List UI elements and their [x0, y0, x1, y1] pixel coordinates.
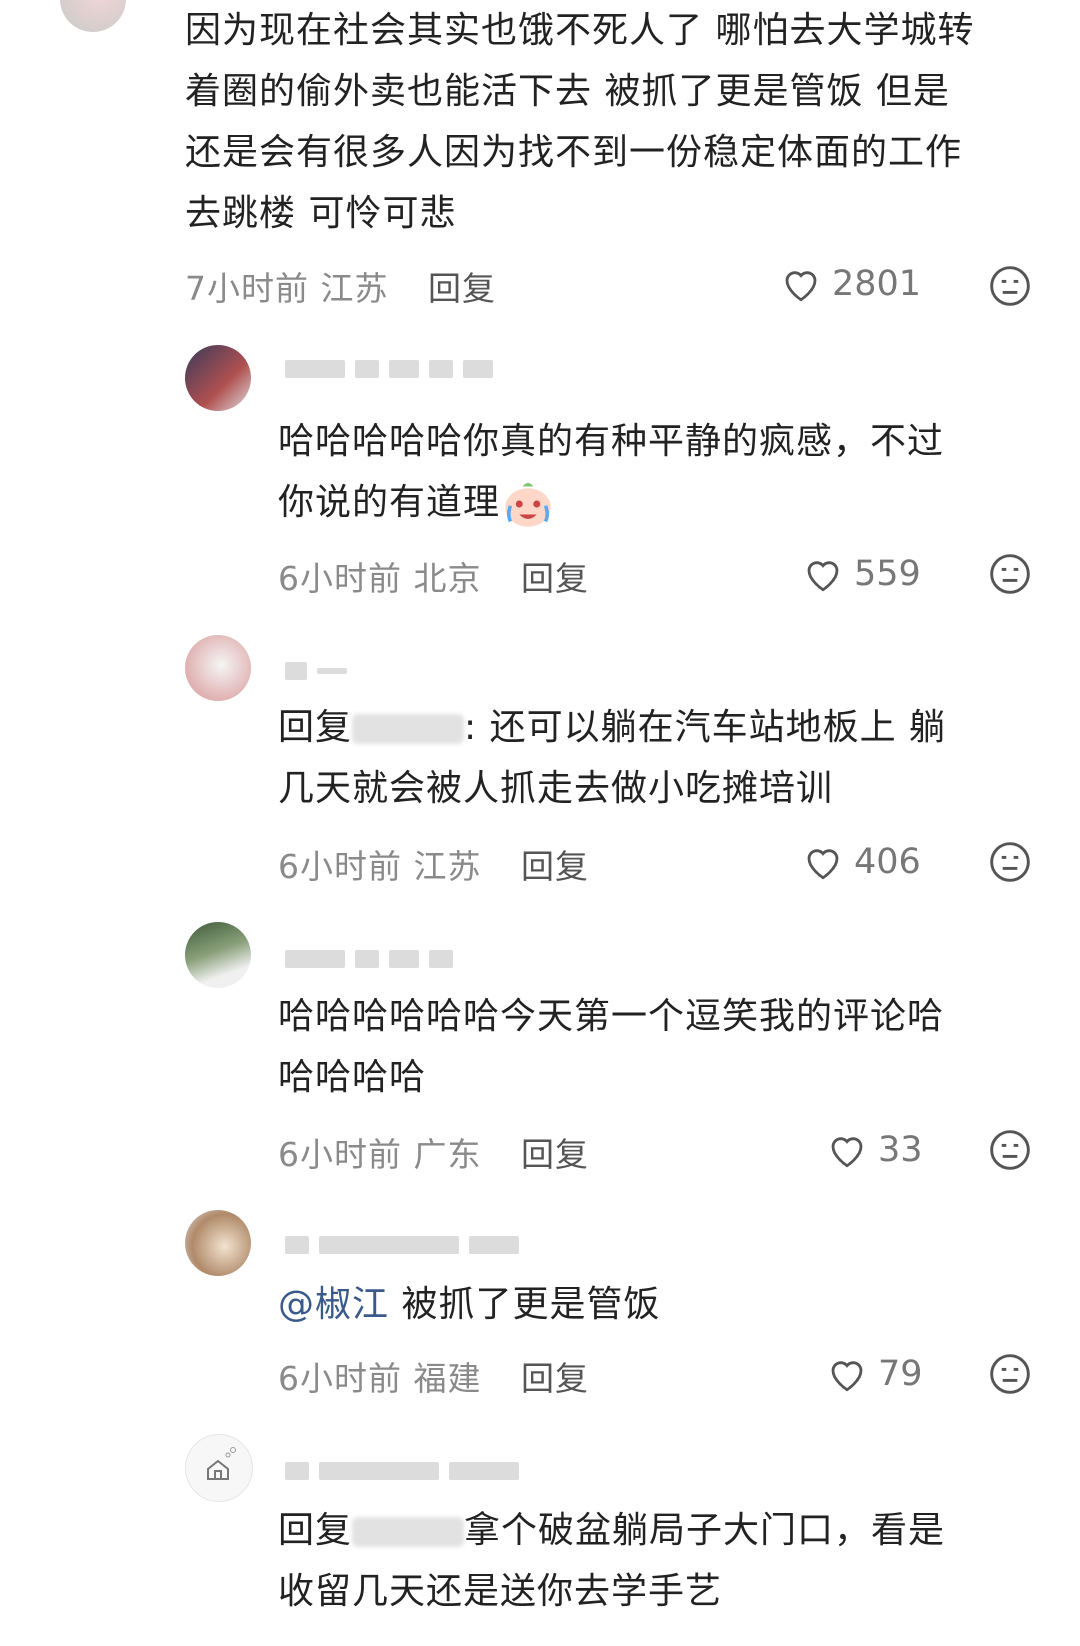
meh-face-icon[interactable] — [988, 840, 1032, 884]
avatar[interactable] — [185, 1210, 251, 1276]
heart-outline-icon — [831, 1137, 863, 1168]
comment-text-line: 你说的有道理 — [278, 472, 556, 534]
username-blurred — [285, 1460, 519, 1482]
comment-text-line: 哈哈哈哈哈你真的有种平静的疯感，不过 — [278, 421, 945, 462]
reply-button[interactable]: 回复 — [521, 1135, 589, 1174]
heart-outline-icon — [785, 271, 817, 302]
comment-text-line: 哈哈哈哈 — [278, 1057, 427, 1098]
house-sketch-icon — [207, 1447, 236, 1480]
blurred-username — [352, 714, 465, 744]
meh-face-icon[interactable] — [988, 1352, 1032, 1396]
comment-text-line: 回复 : 还可以躺在汽车站地板上 躺 — [278, 697, 946, 759]
comment-text: 被抓了更是管饭 — [389, 1284, 661, 1325]
username-blurred — [285, 1234, 519, 1256]
comment-text: 拿个破盆躺局子大门口，看是 — [464, 1510, 946, 1551]
location: 广东 — [413, 1135, 482, 1174]
like-button[interactable]: 406 — [802, 842, 921, 882]
comment-text-line: 着圈的偷外卖也能活下去 被抓了更是管饭 但是 — [185, 71, 950, 112]
heart-outline-icon — [807, 561, 839, 592]
username-blurred — [285, 948, 453, 970]
comment-text-line: 去跳楼 可怜可悲 — [185, 193, 457, 234]
comment-text-line: 因为现在社会其实也饿不死人了 哪怕去大学城转 — [185, 10, 975, 51]
like-count: 79 — [878, 1354, 923, 1394]
comment-text-line: 还是会有很多人因为找不到一份稳定体面的工作 — [185, 132, 963, 173]
timestamp: 6小时前 — [278, 559, 402, 598]
timestamp: 7小时前 — [185, 269, 309, 308]
avatar[interactable] — [185, 922, 251, 988]
username-blurred — [285, 660, 347, 682]
comment-meta: 6小时前 福建 回复 — [278, 1352, 589, 1400]
reply-prefix: 回复 — [278, 707, 353, 748]
reply-button[interactable]: 回复 — [428, 269, 496, 308]
comment-text-line: 收留几天还是送你去学手艺 — [278, 1571, 723, 1612]
reply-button[interactable]: 回复 — [521, 559, 589, 598]
mention-link[interactable]: @椒江 — [278, 1284, 389, 1325]
avatar[interactable] — [185, 635, 251, 701]
comment-text: 你说的有道理 — [278, 482, 501, 523]
reply-button[interactable]: 回复 — [521, 1359, 589, 1398]
like-button[interactable]: 559 — [802, 554, 921, 594]
heart-outline-icon — [831, 1361, 863, 1392]
comment-text-line: 哈哈哈哈哈哈今天第一个逗笑我的评论哈 — [278, 996, 945, 1037]
meh-face-icon[interactable] — [988, 552, 1032, 596]
reply-prefix: 回复 — [278, 1510, 353, 1551]
timestamp: 6小时前 — [278, 1135, 402, 1174]
comment-meta: 6小时前 江苏 回复 — [278, 840, 589, 888]
avatar[interactable] — [185, 1434, 253, 1502]
heart-outline-icon — [807, 849, 839, 880]
like-count: 33 — [878, 1130, 923, 1170]
comment-meta: 7小时前 江苏 回复 — [185, 262, 496, 310]
location: 江苏 — [320, 269, 389, 308]
reply-button[interactable]: 回复 — [521, 847, 589, 886]
like-button[interactable]: 2801 — [780, 264, 921, 304]
username-blurred — [285, 358, 493, 380]
like-count: 559 — [854, 554, 921, 594]
timestamp: 6小时前 — [278, 1359, 402, 1398]
meh-face-icon[interactable] — [988, 264, 1032, 308]
like-button[interactable]: 33 — [826, 1130, 923, 1170]
comment-text-line: 回复 拿个破盆躺局子大门口，看是 — [278, 1500, 945, 1562]
location: 江苏 — [413, 847, 482, 886]
avatar[interactable] — [185, 345, 251, 411]
comment-text-line: 几天就会被人抓走去做小吃摊培训 — [278, 768, 834, 809]
avatar[interactable] — [60, 0, 126, 32]
crying-laughing-emoji-icon — [505, 483, 551, 527]
like-count: 406 — [854, 842, 921, 882]
comment-text: : 还可以躺在汽车站地板上 躺 — [464, 707, 947, 748]
like-count: 2801 — [832, 264, 922, 304]
comment-meta: 6小时前 北京 回复 — [278, 552, 589, 600]
timestamp: 6小时前 — [278, 847, 402, 886]
location: 福建 — [413, 1359, 482, 1398]
like-button[interactable]: 79 — [826, 1354, 923, 1394]
comment-text-line: @椒江 被抓了更是管饭 — [278, 1274, 660, 1336]
comment-meta: 6小时前 广东 回复 — [278, 1128, 589, 1176]
blurred-username — [352, 1517, 465, 1547]
location: 北京 — [413, 559, 482, 598]
meh-face-icon[interactable] — [988, 1128, 1032, 1172]
